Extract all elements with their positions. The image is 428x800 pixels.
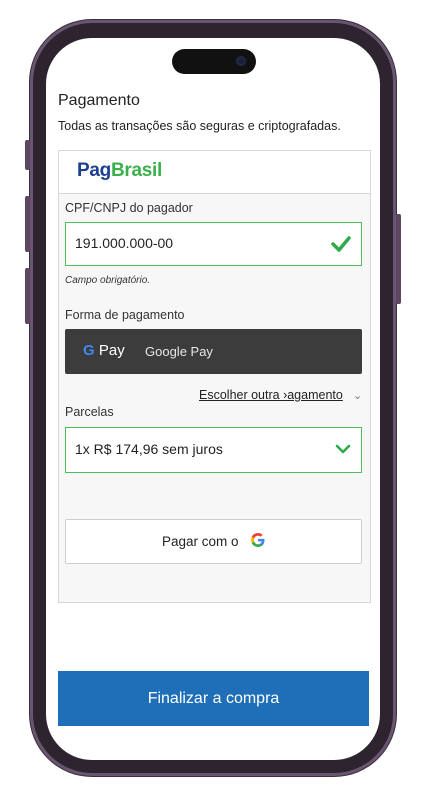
page-subtitle: Todas as transações são seguras e cripto…	[58, 119, 341, 133]
checkmark-icon	[331, 236, 351, 252]
required-hint: Campo obrigatório.	[65, 275, 151, 286]
camera-icon	[236, 56, 246, 66]
cpf-value: 191.000.000-00	[75, 235, 174, 251]
brand-header: PagBrasil	[59, 151, 370, 194]
google-pay-logo: G Pay	[83, 342, 125, 359]
phone-power-button	[396, 214, 401, 304]
installments-value: 1x R$ 174,96 sem juros	[75, 441, 223, 457]
other-payment-link[interactable]: Escolher outra ›agamento	[199, 388, 343, 402]
payment-card: PagBrasil CPF/CNPJ do pagador 191.000.00…	[58, 150, 371, 603]
pagbrasil-logo: PagBrasil	[77, 160, 162, 181]
payment-method-label: Forma de pagamento	[65, 308, 185, 322]
page-title: Pagamento	[58, 92, 140, 109]
google-pay-button[interactable]: G Pay Google Pay	[65, 329, 362, 374]
installments-label: Parcelas	[65, 405, 114, 419]
cpf-input[interactable]: 191.000.000-00	[65, 222, 362, 266]
phone-volume-up-button	[25, 196, 30, 252]
dynamic-island	[172, 49, 256, 74]
pay-with-google-label: Pagar com o	[162, 534, 239, 549]
google-g-icon	[251, 533, 265, 547]
chevron-down-icon	[335, 444, 351, 454]
phone-volume-down-button	[25, 268, 30, 324]
chevron-down-icon[interactable]: ⌄	[353, 389, 362, 402]
cpf-label: CPF/CNPJ do pagador	[65, 201, 193, 215]
phone-side-button	[25, 140, 30, 170]
pay-with-google-button[interactable]: Pagar com o	[65, 519, 362, 564]
google-pay-label: Google Pay	[145, 344, 213, 359]
finish-purchase-button[interactable]: Finalizar a compra	[58, 671, 369, 726]
installments-select[interactable]: 1x R$ 174,96 sem juros	[65, 427, 362, 473]
google-g-icon: G	[83, 342, 95, 359]
